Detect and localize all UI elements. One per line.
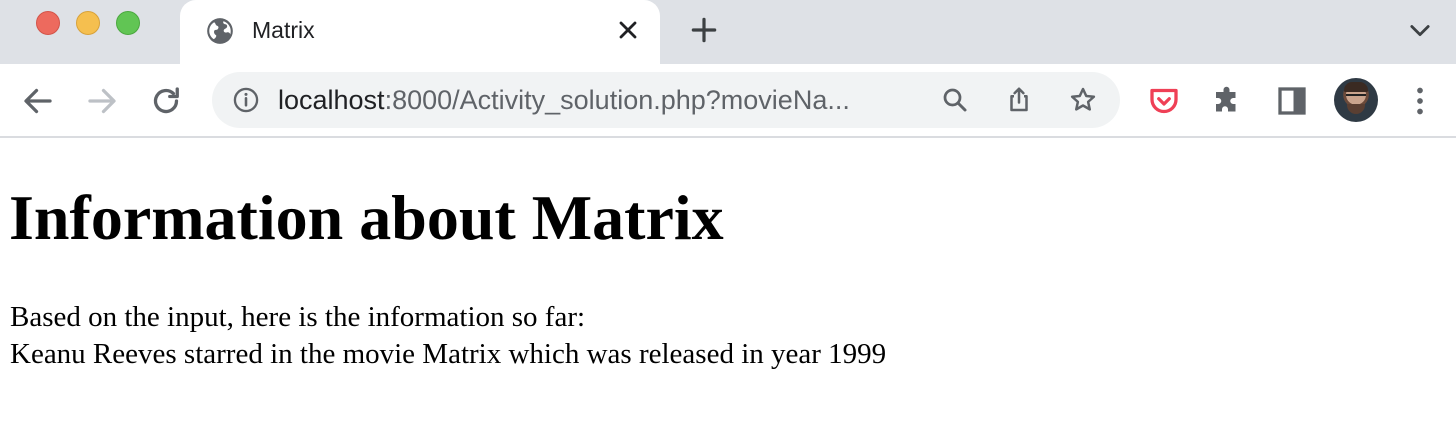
url-host: localhost [278,85,385,115]
kebab-menu-icon[interactable] [1402,83,1438,119]
tab-strip: Matrix [0,0,1456,64]
close-window-button[interactable] [36,11,60,35]
pocket-icon[interactable] [1146,83,1182,119]
share-icon[interactable] [1004,85,1034,115]
page-title: Information about Matrix [9,182,724,253]
puzzle-icon[interactable] [1210,83,1246,119]
forward-arrow-icon[interactable] [84,83,120,119]
chevron-down-icon[interactable] [1406,16,1434,44]
reload-icon[interactable] [148,83,184,119]
info-paragraph: Based on the input, here is the informat… [10,299,886,373]
zoom-window-button[interactable] [116,11,140,35]
browser-toolbar: localhost:8000/Activity_solution.php?mov… [0,64,1456,138]
url-text[interactable]: localhost:8000/Activity_solution.php?mov… [278,85,850,115]
back-arrow-icon[interactable] [20,83,56,119]
page-content: Information about Matrix Based on the in… [0,139,1456,422]
search-icon[interactable] [940,85,970,115]
tab-title: Matrix [252,17,315,43]
info-icon[interactable] [232,86,260,114]
star-icon[interactable] [1068,85,1098,115]
info-line-result: Keanu Reeves starred in the movie Matrix… [10,338,887,370]
side-panel-icon[interactable] [1274,83,1310,119]
address-bar[interactable]: localhost:8000/Activity_solution.php?mov… [212,72,1120,128]
url-path: :8000/Activity_solution.php?movieNa... [384,85,850,115]
info-line-intro: Based on the input, here is the informat… [10,301,586,333]
close-icon[interactable] [614,16,642,44]
minimize-window-button[interactable] [76,11,100,35]
globe-icon [207,18,233,44]
avatar[interactable] [1334,78,1378,122]
tab-active[interactable]: Matrix [180,0,660,64]
plus-icon[interactable] [688,14,720,46]
